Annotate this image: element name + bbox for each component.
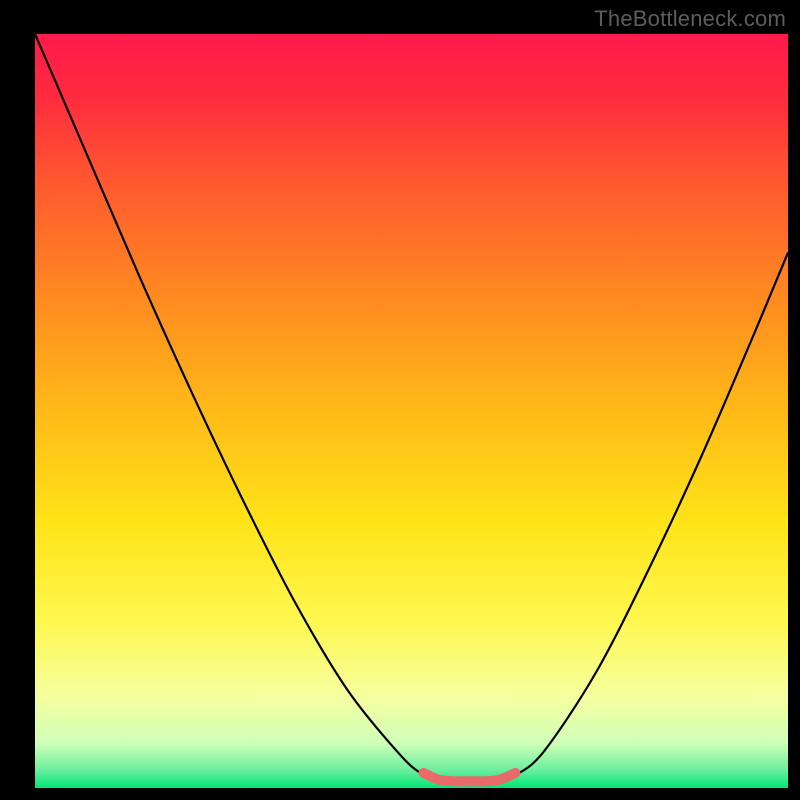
watermark-text: TheBottleneck.com	[594, 6, 786, 32]
chart-frame: TheBottleneck.com	[0, 0, 800, 800]
gradient-background	[35, 34, 788, 788]
chart-canvas	[0, 0, 800, 800]
